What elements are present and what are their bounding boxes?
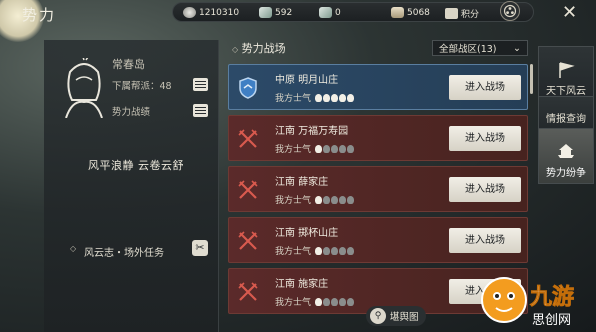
record-list-icon[interactable] [193, 104, 208, 117]
battlefield-title: ◇ 势力战场 [232, 42, 286, 55]
flame-icon [339, 144, 347, 153]
morale-label: 我方士气 [275, 145, 312, 155]
crossed-swords-icon [235, 279, 261, 305]
quest-diamond-icon: ◇ [70, 244, 77, 253]
map-search-button[interactable]: ⚲ 堪舆图 [366, 306, 426, 326]
flame-icon [323, 93, 331, 102]
morale-indicator: 我方士气 [275, 91, 355, 104]
members-list-icon[interactable] [193, 78, 208, 91]
flame-icon [323, 195, 331, 204]
scroll-counter: 5068 [391, 7, 430, 18]
flame-icon [315, 297, 323, 306]
flame-icon [331, 246, 339, 255]
badge-icon [445, 8, 458, 19]
enter-battlefield-button[interactable]: 进入战场 [449, 177, 521, 202]
enter-battlefield-button[interactable]: 进入战场 [449, 75, 521, 100]
shield-icon [235, 75, 261, 101]
battlefield-row[interactable]: 江南 薛家庄 我方士气 进入战场 [228, 166, 528, 212]
game-screen: 势力 1210310 592 0 5068 积分 ✕ 常春岛 下属帮派：48 势… [0, 0, 596, 332]
flame-icon [331, 144, 339, 153]
enter-battlefield-button[interactable]: 进入战场 [449, 228, 521, 253]
morale-indicator: 我方士气 [275, 295, 355, 308]
members-count: 下属帮派：48 [112, 81, 172, 92]
morale-flames [315, 144, 355, 153]
points-counter[interactable]: 积分 [445, 7, 479, 20]
section-diamond-icon: ◇ [232, 45, 239, 54]
battlefield-row[interactable]: 中原 明月山庄 我方士气 进入战场 [228, 64, 528, 110]
resource-bar: 1210310 592 0 5068 积分 [172, 2, 534, 22]
battlefield-name: 江南 掷杯山庄 [275, 228, 339, 239]
silver-coin-icon [183, 7, 196, 18]
battlefield-name: 江南 施家庄 [275, 279, 329, 290]
pagoda-icon [558, 144, 574, 158]
flame-icon [331, 93, 339, 102]
flame-icon [347, 297, 355, 306]
emblem-icon [503, 4, 517, 18]
morale-label: 我方士气 [275, 247, 312, 257]
morale-indicator: 我方士气 [275, 193, 355, 206]
list-scrollbar[interactable] [530, 64, 533, 94]
faction-motto: 风平浪静 云卷云舒 [88, 159, 184, 172]
flame-icon [315, 144, 323, 153]
battlefield-name: 江南 薛家庄 [275, 177, 329, 188]
battlefield-name: 中原 明月山庄 [275, 75, 339, 86]
morale-flames [315, 93, 355, 102]
flame-icon [347, 246, 355, 255]
morale-indicator: 我方士气 [275, 142, 355, 155]
token-counter: 0 [319, 7, 341, 18]
search-icon: ⚲ [370, 308, 386, 324]
jade-counter: 592 [259, 7, 292, 18]
scroll-icon [391, 7, 404, 18]
flame-icon [323, 144, 331, 153]
flame-icon [323, 246, 331, 255]
morale-indicator: 我方士气 [275, 244, 355, 257]
flame-icon [315, 246, 323, 255]
faction-leader-avatar [65, 58, 103, 118]
flame-icon [339, 195, 347, 204]
jade-icon [259, 7, 272, 18]
close-button[interactable]: ✕ [562, 2, 577, 23]
flame-icon [339, 93, 347, 102]
crossed-swords-icon [235, 228, 261, 254]
crossed-swords-icon [235, 177, 261, 203]
flame-icon [339, 246, 347, 255]
island-name: 常春岛 [112, 58, 145, 71]
morale-label: 我方士气 [275, 196, 312, 206]
flame-icon [339, 297, 347, 306]
flame-icon [315, 195, 323, 204]
silver-counter: 1210310 [183, 7, 239, 18]
flame-icon [347, 93, 355, 102]
flame-icon [331, 195, 339, 204]
flame-icon [315, 93, 323, 102]
chevron-down-icon: ⌄ [513, 42, 521, 54]
flame-icon [323, 297, 331, 306]
site-logo: 九游 思创网 [481, 277, 574, 328]
morale-flames [315, 297, 355, 306]
quest-link[interactable]: 风云志・场外任务 [84, 244, 164, 259]
tab-faction-war[interactable]: 势力纷争 [538, 128, 594, 184]
flame-icon [331, 297, 339, 306]
flag-icon [559, 62, 575, 78]
battlefield-row[interactable]: 江南 万福万寿园 我方士气 进入战场 [228, 115, 528, 161]
morale-label: 我方士气 [275, 94, 312, 104]
watermark-text: 九游 [529, 284, 574, 310]
morale-flames [315, 246, 355, 255]
morale-flames [315, 195, 355, 204]
flame-icon [347, 144, 355, 153]
watermark-subtext: 思创网 [532, 313, 571, 328]
quest-tool-icon[interactable]: ✂ [192, 240, 208, 256]
flame-icon [347, 195, 355, 204]
battlefield-row[interactable]: 江南 掷杯山庄 我方士气 进入战场 [228, 217, 528, 263]
page-title: 势力 [22, 6, 57, 24]
record-label: 势力战绩 [112, 107, 151, 118]
zone-filter-select[interactable]: 全部战区(13) ⌄ [432, 40, 528, 56]
tab-world-news[interactable]: 天下风云 [538, 46, 594, 102]
enter-battlefield-button[interactable]: 进入战场 [449, 126, 521, 151]
token-icon [319, 7, 332, 18]
crossed-swords-icon [235, 126, 261, 152]
battlefield-name: 江南 万福万寿园 [275, 126, 349, 137]
emblem-button[interactable] [500, 1, 520, 21]
morale-label: 我方士气 [275, 298, 312, 308]
